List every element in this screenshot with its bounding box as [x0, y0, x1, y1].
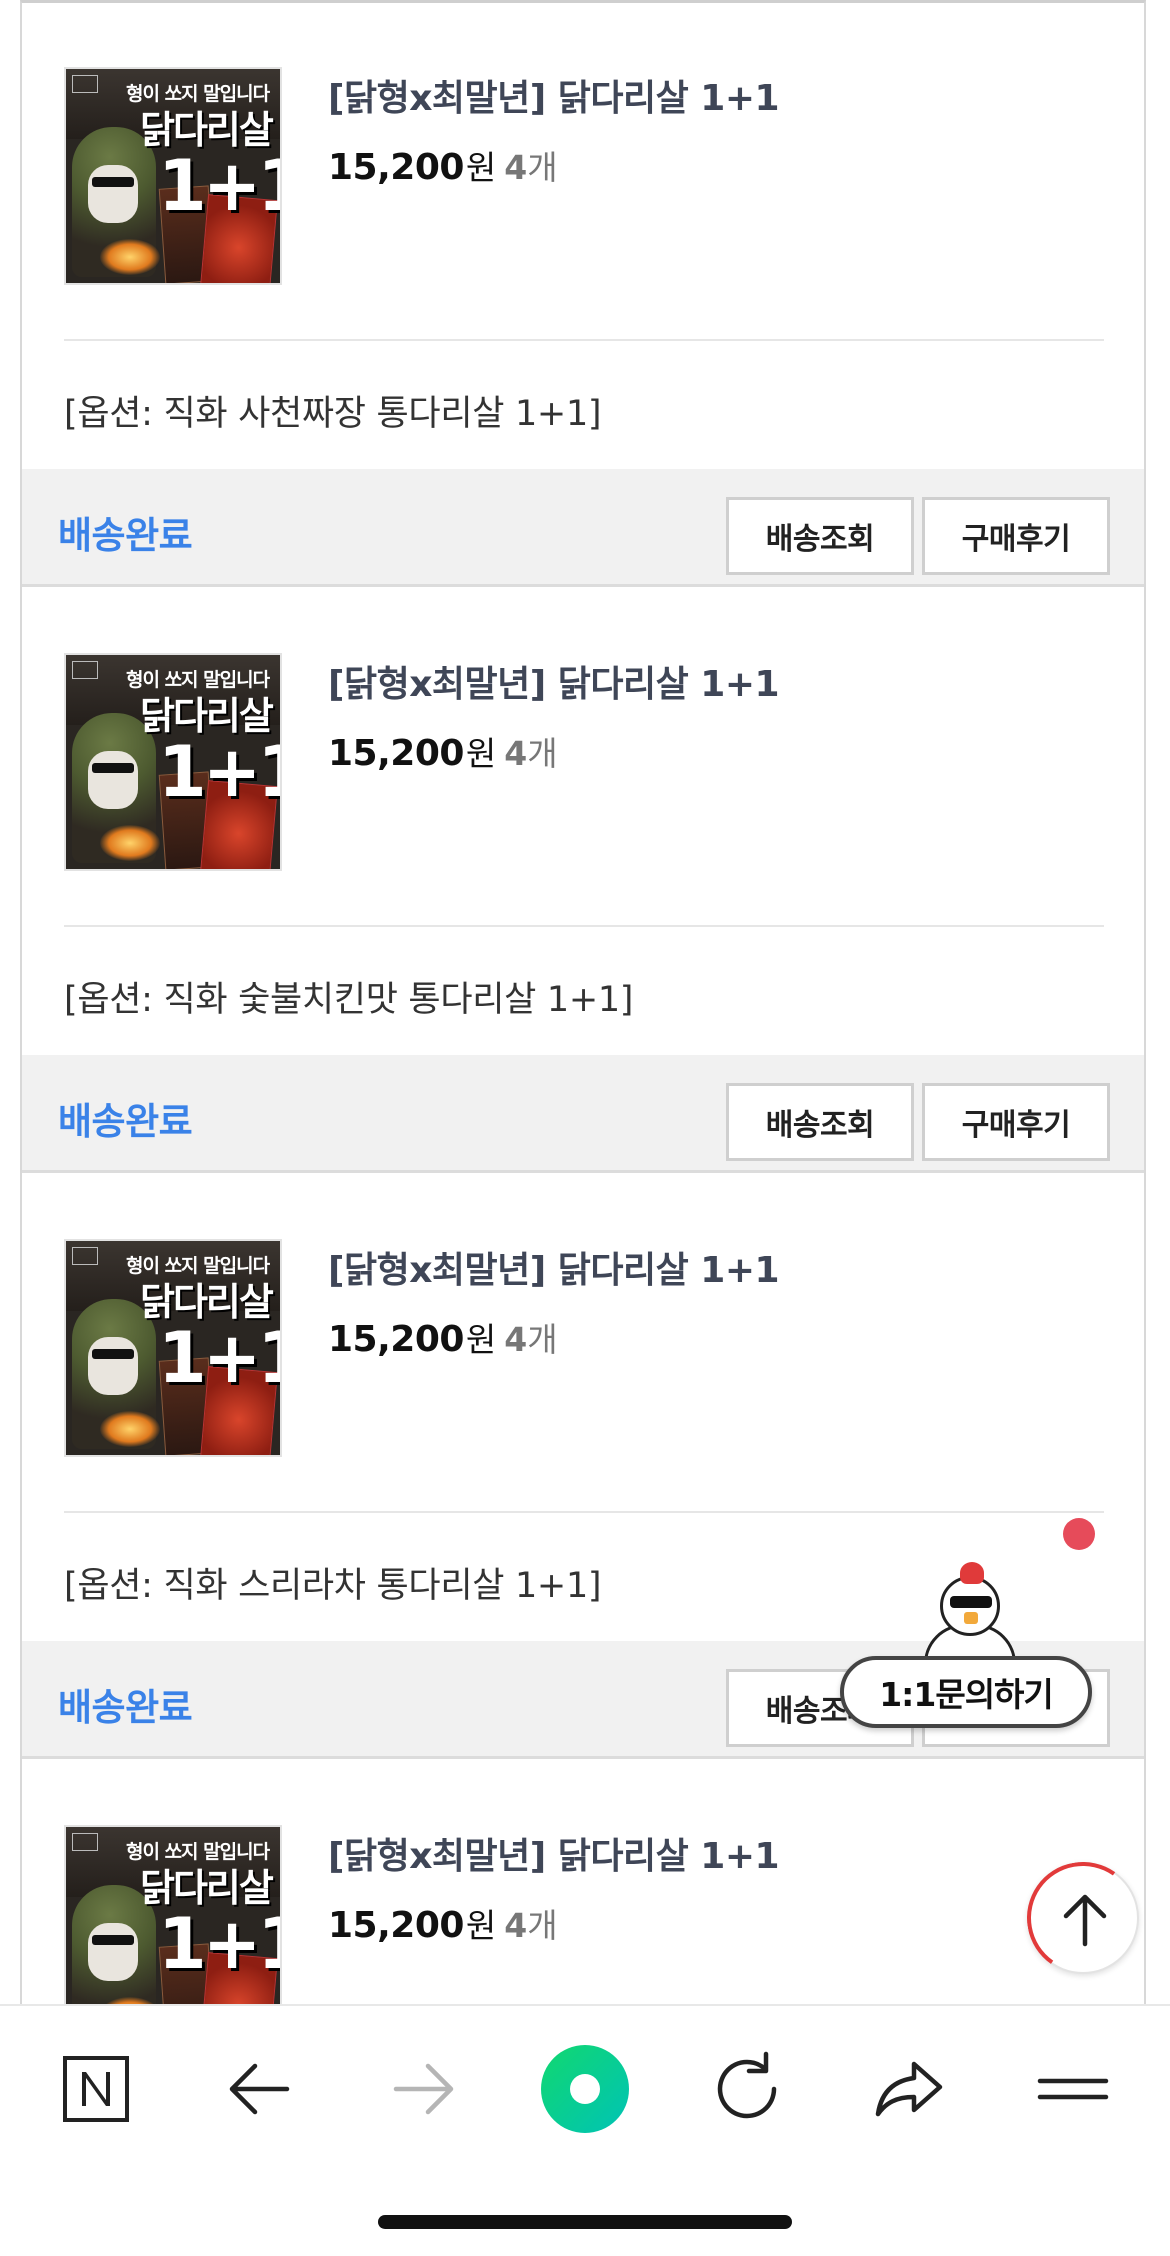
scroll-top-button[interactable] — [1018, 1853, 1148, 1983]
option-text: [옵션: 직화 숯불치킨맛 통다리살 1+1] — [64, 980, 634, 1020]
order-history-page: 형이 쏘지 말입니다 닭다리살 1+1 [닭형x최말년] 닭다리살 1+1 15… — [0, 0, 1170, 2256]
mascot-sunglasses — [950, 1596, 992, 1608]
price-amount: 15,200 — [328, 1319, 464, 1360]
option-text: [옵션: 직화 스리라차 통다리살 1+1] — [64, 1566, 602, 1606]
share-icon — [875, 2061, 943, 2117]
quantity: 4개 — [504, 148, 557, 187]
order-card: 형이 쏘지 말입니다 닭다리살 1+1 [닭형x최말년] 닭다리살 1+1 15… — [22, 589, 1144, 1175]
quantity: 4개 — [504, 1906, 557, 1945]
thumbnail-plus-label: 1+1 — [158, 731, 280, 813]
product-summary[interactable]: 형이 쏘지 말입니다 닭다리살 1+1 [닭형x최말년] 닭다리살 1+1 15… — [64, 1239, 1104, 1457]
thumbnail-plus-label: 1+1 — [158, 1903, 280, 1985]
chicken-face-illustration — [88, 1923, 138, 1981]
price-currency: 원 — [465, 734, 497, 773]
brand-logo-icon — [72, 661, 98, 679]
sunglasses-illustration — [92, 1349, 134, 1359]
delivery-status: 배송완료 — [58, 1100, 193, 1143]
divider — [64, 925, 1104, 927]
quantity-number: 4 — [504, 148, 528, 187]
brand-logo-icon — [72, 1833, 98, 1851]
price-currency: 원 — [465, 148, 497, 187]
forward-button[interactable] — [378, 2044, 468, 2134]
quantity: 4개 — [504, 1320, 557, 1359]
quantity-unit: 개 — [527, 148, 558, 187]
inquiry-chat-button[interactable]: 1:1문의하기 — [840, 1656, 1092, 1728]
sunglasses-illustration — [92, 1935, 134, 1945]
chicken-face-illustration — [88, 751, 138, 809]
menu-icon — [1037, 2078, 1109, 2100]
divider — [64, 1511, 1104, 1513]
menu-button[interactable] — [1028, 2044, 1118, 2134]
back-button[interactable] — [215, 2044, 305, 2134]
price-currency: 원 — [465, 1320, 497, 1359]
sunglasses-illustration — [92, 177, 134, 187]
notification-dot — [1063, 1518, 1095, 1550]
chicken-face-illustration — [88, 1337, 138, 1395]
product-thumbnail[interactable]: 형이 쏘지 말입니다 닭다리살 1+1 — [64, 1239, 282, 1457]
quantity-unit: 개 — [527, 1906, 558, 1945]
track-delivery-button[interactable]: 배송조회 — [726, 1083, 914, 1161]
price-amount: 15,200 — [328, 147, 464, 188]
back-arrow-icon — [229, 2063, 290, 2115]
product-thumbnail[interactable]: 형이 쏘지 말입니다 닭다리살 1+1 — [64, 1825, 282, 2010]
write-review-button[interactable]: 구매후기 — [922, 1083, 1110, 1161]
order-status-bar: 배송완료 배송조회 구매후기 — [22, 1055, 1144, 1173]
delivery-status: 배송완료 — [58, 514, 193, 557]
quantity: 4개 — [504, 734, 557, 773]
mascot-comb — [960, 1562, 984, 1584]
product-title[interactable]: [닭형x최말년] 닭다리살 1+1 — [328, 1241, 780, 1293]
product-title[interactable]: [닭형x최말년] 닭다리살 1+1 — [328, 69, 780, 121]
price-row: 15,200원 4개 — [328, 141, 558, 189]
mascot-beak — [964, 1612, 978, 1624]
product-title[interactable]: [닭형x최말년] 닭다리살 1+1 — [328, 655, 780, 707]
forward-arrow-icon — [393, 2063, 454, 2115]
muzzle-fire-illustration — [100, 239, 160, 275]
price-currency: 원 — [465, 1906, 497, 1945]
product-summary[interactable]: 형이 쏘지 말입니다 닭다리살 1+1 [닭형x최말년] 닭다리살 1+1 15… — [64, 1825, 1104, 2010]
muzzle-fire-illustration — [100, 1411, 160, 1447]
product-thumbnail[interactable]: 형이 쏘지 말입니다 닭다리살 1+1 — [64, 67, 282, 285]
naver-home-button[interactable] — [51, 2044, 141, 2134]
naver-green-button[interactable] — [540, 2044, 630, 2134]
naver-n-icon — [63, 2056, 129, 2122]
order-status-bar: 배송완료 배송조회 구매후기 — [22, 469, 1144, 587]
product-summary[interactable]: 형이 쏘지 말입니다 닭다리살 1+1 [닭형x최말년] 닭다리살 1+1 15… — [64, 67, 1104, 285]
thumbnail-plus-label: 1+1 — [158, 1317, 280, 1399]
divider — [64, 339, 1104, 341]
price-row: 15,200원 4개 — [328, 1899, 558, 1947]
order-card: 형이 쏘지 말입니다 닭다리살 1+1 [닭형x최말년] 닭다리살 1+1 15… — [22, 3, 1144, 589]
option-text: [옵션: 직화 사천짜장 통다리살 1+1] — [64, 394, 602, 434]
thumbnail-plus-label: 1+1 — [158, 145, 280, 227]
refresh-button[interactable] — [702, 2044, 792, 2134]
muzzle-fire-illustration — [100, 825, 160, 861]
write-review-button[interactable]: 구매후기 — [922, 497, 1110, 575]
track-delivery-button[interactable]: 배송조회 — [726, 497, 914, 575]
home-indicator[interactable] — [378, 2215, 792, 2229]
sunglasses-illustration — [92, 763, 134, 773]
quantity-unit: 개 — [527, 734, 558, 773]
quantity-number: 4 — [504, 734, 528, 773]
green-dot-icon — [541, 2045, 629, 2133]
quantity-unit: 개 — [527, 1320, 558, 1359]
price-amount: 15,200 — [328, 733, 464, 774]
order-card: 형이 쏘지 말입니다 닭다리살 1+1 [닭형x최말년] 닭다리살 1+1 15… — [22, 1761, 1144, 2010]
quantity-number: 4 — [504, 1320, 528, 1359]
product-thumbnail[interactable]: 형이 쏘지 말입니다 닭다리살 1+1 — [64, 653, 282, 871]
brand-logo-icon — [72, 75, 98, 93]
brand-logo-icon — [72, 1247, 98, 1265]
delivery-status: 배송완료 — [58, 1686, 193, 1729]
product-summary[interactable]: 형이 쏘지 말입니다 닭다리살 1+1 [닭형x최말년] 닭다리살 1+1 15… — [64, 653, 1104, 871]
price-row: 15,200원 4개 — [328, 1313, 558, 1361]
chicken-face-illustration — [88, 165, 138, 223]
product-title[interactable]: [닭형x최말년] 닭다리살 1+1 — [328, 1827, 780, 1879]
arrow-up-icon — [1063, 1894, 1107, 1947]
share-button[interactable] — [864, 2044, 954, 2134]
refresh-icon — [717, 2051, 777, 2119]
quantity-number: 4 — [504, 1906, 528, 1945]
price-row: 15,200원 4개 — [328, 727, 558, 775]
price-amount: 15,200 — [328, 1905, 464, 1946]
